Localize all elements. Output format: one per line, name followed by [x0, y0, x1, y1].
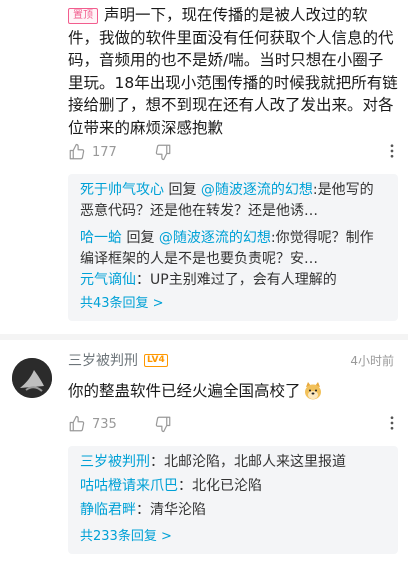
reply-text: ：北化已沦陷 [178, 478, 262, 494]
thumbs-up-icon [69, 143, 85, 160]
level-badge: LV4 [144, 353, 168, 367]
pinned-reply-box: 死于帅气攻心 回复 @随波逐流的幻想:是他写的恶意代码？还是他在转发？还是他诱…… [68, 174, 398, 321]
reply-username[interactable]: 咕咕橙请来爪巴 [80, 478, 178, 494]
reply-mention[interactable]: @随波逐流的幻想 [201, 182, 313, 198]
reply-item[interactable]: 咕咕橙请来爪巴：北化已沦陷 [80, 474, 386, 498]
reply-item[interactable]: 静临君畔：清华沦陷 [80, 498, 386, 522]
dislike-button[interactable] [154, 415, 172, 433]
section-divider [0, 334, 408, 340]
reply-mention[interactable]: @随波逐流的幻想 [159, 230, 271, 246]
reply-item[interactable]: 死于帅气攻心 回复 @随波逐流的幻想:是他写的恶意代码？还是他在转发？还是他诱… [80, 180, 386, 222]
reply-prefix: 回复 [164, 182, 201, 198]
like-button[interactable]: 735 [68, 415, 117, 433]
comment-actions: 735 [68, 412, 398, 436]
reply-item[interactable]: 哈一蛤 回复 @随波逐流的幻想:你觉得呢？制作编译框架的人是不是也要负责呢？安… [80, 228, 386, 270]
comment-reply-box: 三岁被判刑：北邮沦陷，北邮人来这里报道 咕咕橙请来爪巴：北化已沦陷 静临君畔：清… [68, 446, 398, 554]
comment-body: 你的整蛊软件已经火遍全国高校了 [68, 382, 301, 400]
like-count: 735 [92, 416, 117, 432]
more-vertical-icon [390, 416, 394, 430]
more-options-button[interactable] [383, 142, 401, 160]
pinned-comment-text: 置顶 声明一下，现在传播的是被人改过的软件，我做的软件里面没有任何获取个人信息的代… [68, 4, 398, 139]
thumbs-down-icon [155, 144, 171, 161]
comment-time: 4小时前 [350, 354, 394, 368]
reply-prefix: 回复 [122, 230, 159, 246]
pinned-actions: 177 [68, 140, 398, 164]
more-vertical-icon [390, 144, 394, 158]
thumbs-down-icon [155, 416, 171, 433]
view-all-replies-link[interactable]: 共43条回复 > [80, 293, 386, 315]
reply-username[interactable]: 静临君畔 [80, 502, 136, 518]
reply-username[interactable]: 哈一蛤 [80, 230, 122, 246]
comment-author: 三岁被判刑 LV4 [68, 350, 168, 370]
like-count: 177 [92, 144, 117, 160]
reply-text: ：清华沦陷 [136, 502, 206, 518]
reply-text: ：北邮沦陷，北邮人来这里报道 [150, 454, 346, 470]
dislike-button[interactable] [154, 143, 172, 161]
reply-text: ：UP主别难过了，会有人理解的 [136, 272, 337, 288]
doge-emoji-icon [304, 382, 321, 400]
avatar[interactable] [12, 358, 52, 398]
reply-username[interactable]: 三岁被判刑 [80, 454, 150, 470]
comment-text: 你的整蛊软件已经火遍全国高校了 [68, 380, 323, 402]
reply-item[interactable]: 三岁被判刑：北邮沦陷，北邮人来这里报道 [80, 450, 386, 474]
avatar-image [12, 358, 52, 398]
reply-username[interactable]: 死于帅气攻心 [80, 182, 164, 198]
more-options-button[interactable] [383, 414, 401, 432]
thumbs-up-icon [69, 415, 85, 432]
view-all-replies-link[interactable]: 共233条回复 > [80, 526, 386, 548]
reply-item[interactable]: 元气谪仙：UP主别难过了，会有人理解的 [80, 270, 386, 291]
pinned-badge: 置顶 [68, 8, 98, 24]
author-name[interactable]: 三岁被判刑 [68, 350, 138, 370]
reply-username[interactable]: 元气谪仙 [80, 272, 136, 288]
pinned-comment-body: 声明一下，现在传播的是被人改过的软件，我做的软件里面没有任何获取个人信息的代码，… [68, 6, 398, 137]
like-button[interactable]: 177 [68, 143, 117, 161]
